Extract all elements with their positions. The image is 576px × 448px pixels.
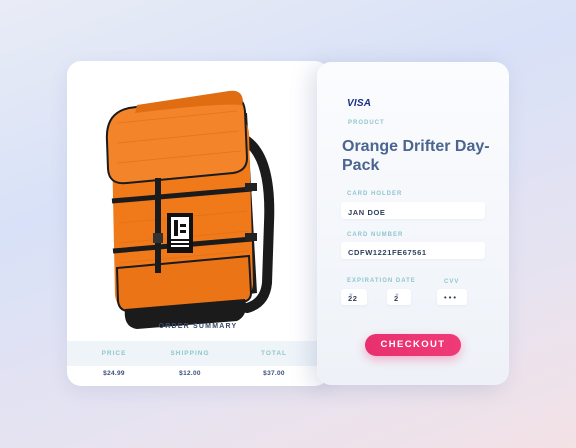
chevron-down-icon: ▼	[394, 293, 401, 299]
checkout-button[interactable]: CHECKOUT	[365, 334, 461, 356]
summary-shipping-value: $12.00	[179, 370, 201, 377]
cvv-input[interactable]: • • •	[437, 289, 467, 305]
chevron-down-icon: ▼	[348, 293, 355, 299]
card-holder-value: JAN DOE	[348, 208, 386, 217]
exp-month-select[interactable]: 2 ▼	[387, 289, 411, 305]
product-name: Orange Drifter Day-Pack	[342, 138, 490, 174]
exp-day-select[interactable]: 22 ▼	[341, 289, 367, 305]
visa-logo-text: VISA	[347, 98, 372, 109]
visa-logo: VISA	[347, 98, 371, 109]
order-summary-card: ORDER SUMMARY PRICE SHIPPING TOTAL $24.9…	[67, 61, 329, 386]
expiration-label: EXPIRATION DATE	[347, 278, 416, 284]
card-number-value: CDFW1221FE67561	[348, 248, 427, 257]
card-holder-input[interactable]: JAN DOE	[341, 202, 485, 219]
summary-total-value: $37.00	[263, 370, 285, 377]
summary-col-price: PRICE	[101, 350, 127, 357]
card-holder-label: CARD HOLDER	[347, 191, 403, 197]
summary-col-shipping: SHIPPING	[170, 350, 210, 357]
cvv-value: • • •	[444, 293, 457, 302]
order-summary-title: ORDER SUMMARY	[158, 323, 238, 330]
product-label: PRODUCT	[348, 120, 385, 126]
cvv-label: CVV	[444, 279, 460, 285]
summary-price-value: $24.99	[103, 370, 125, 377]
card-number-input[interactable]: CDFW1221FE67561	[341, 242, 485, 259]
summary-col-total: TOTAL	[260, 350, 288, 357]
card-number-label: CARD NUMBER	[347, 232, 404, 238]
summary-header-row: PRICE SHIPPING TOTAL	[67, 341, 329, 366]
